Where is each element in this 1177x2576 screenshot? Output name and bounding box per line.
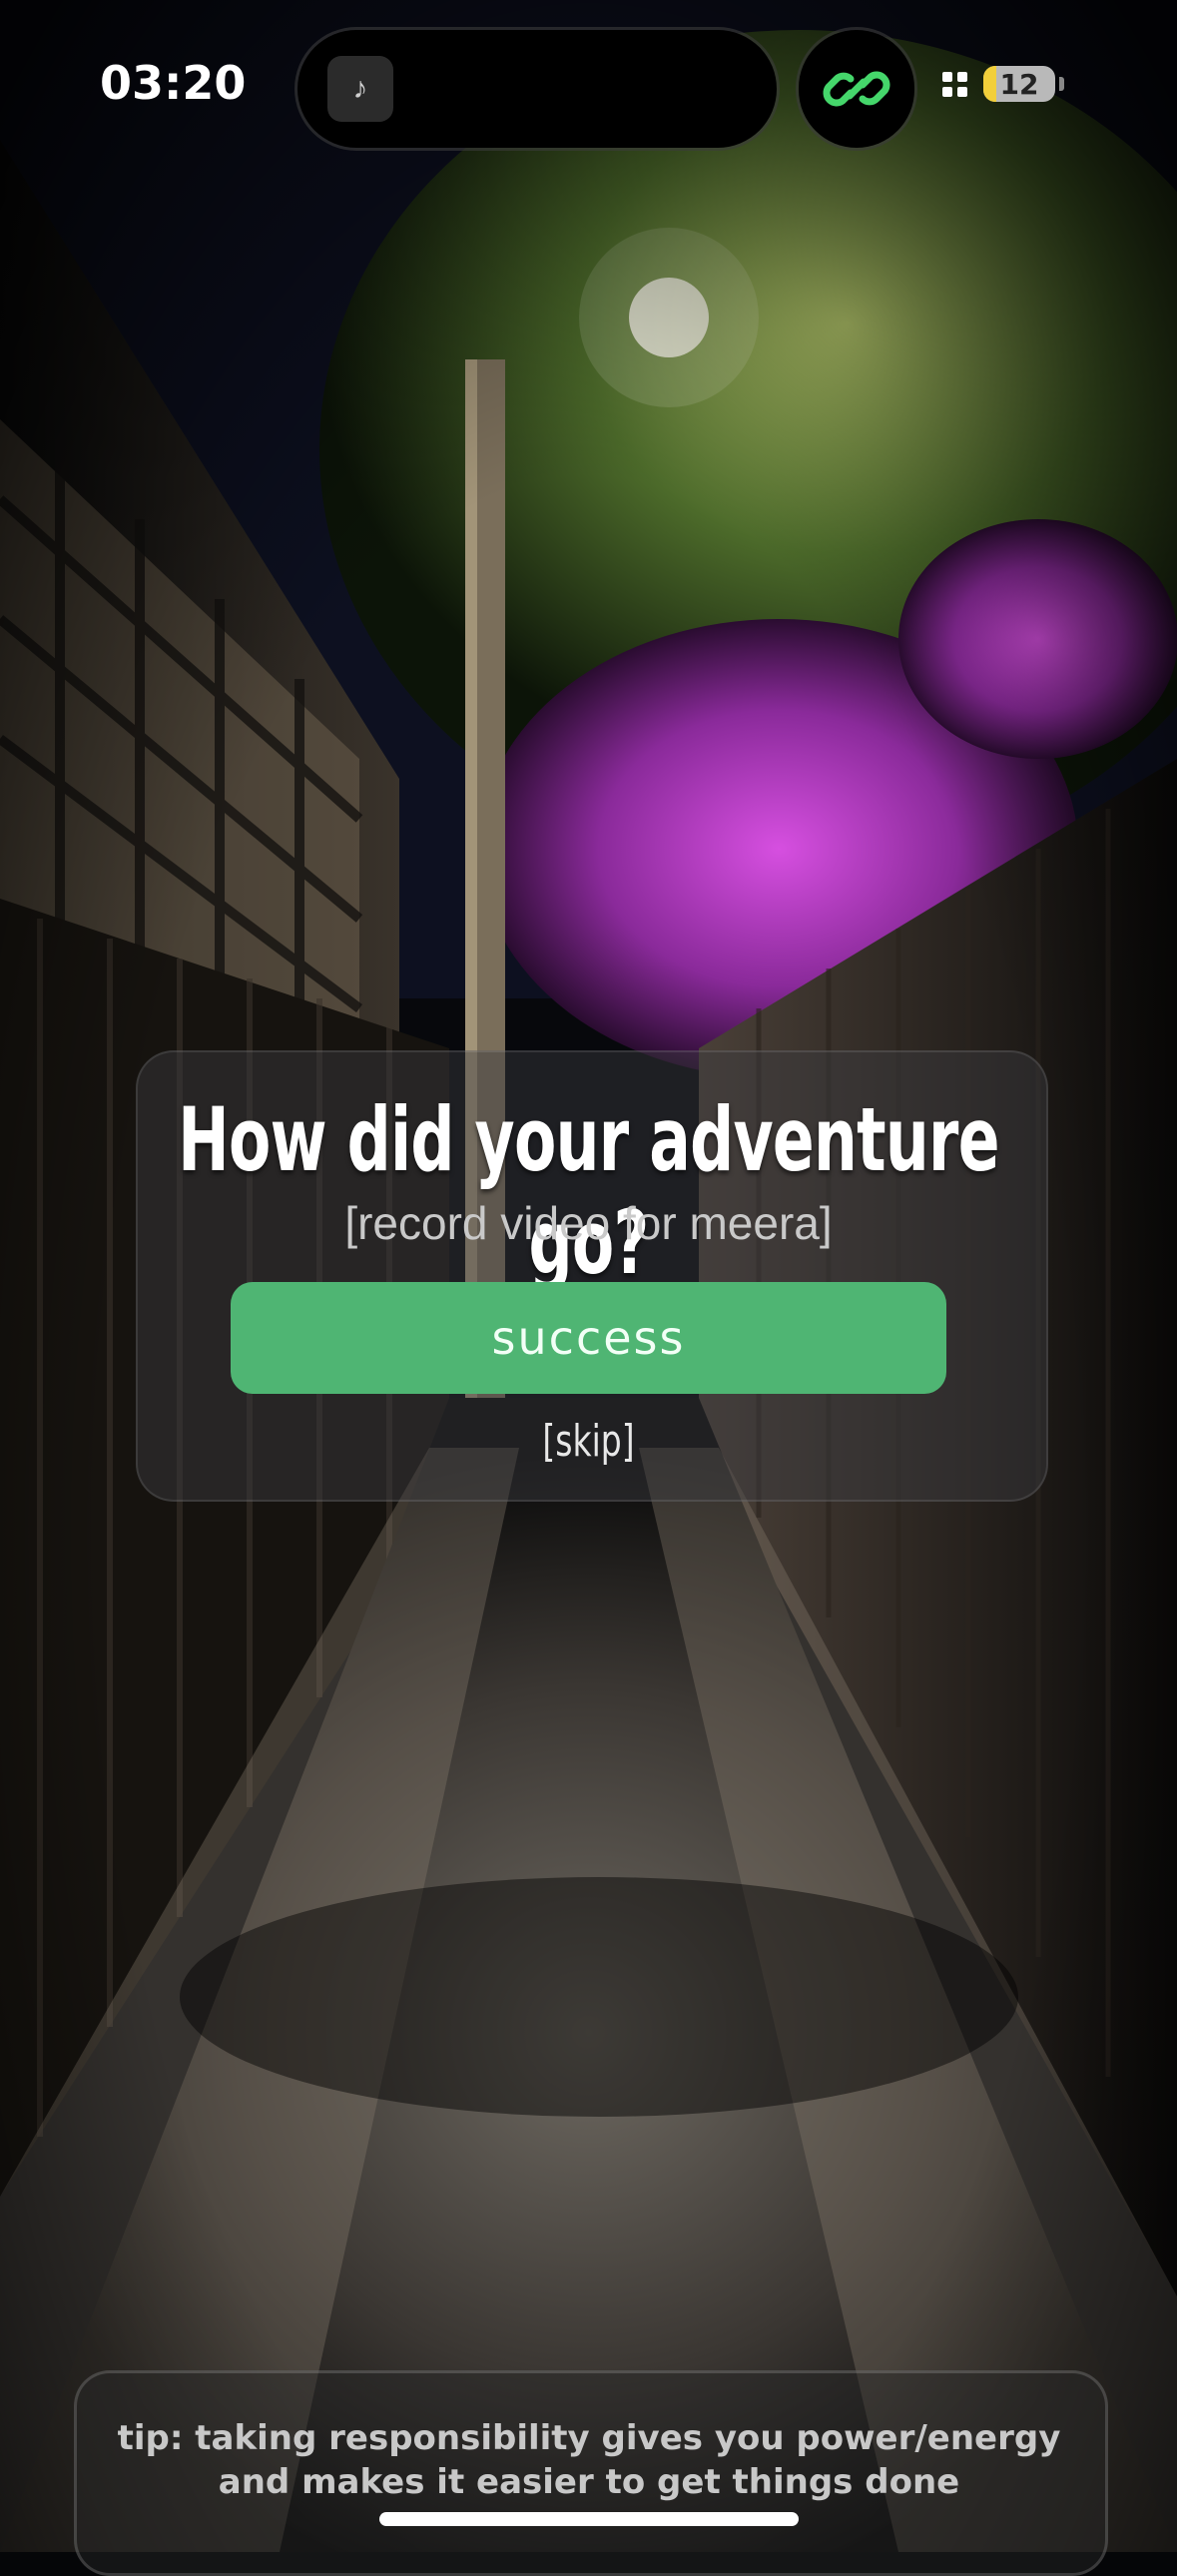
link-icon[interactable]: [799, 30, 914, 148]
status-time: 03:20: [100, 56, 247, 110]
page-title: How did your adventure go?: [178, 1088, 999, 1294]
tip-line-2: and makes it easier to get things done: [218, 2462, 960, 2502]
tip-text: tip: taking responsibility gives you pow…: [100, 2416, 1078, 2504]
music-note-icon[interactable]: ♪: [327, 56, 393, 122]
success-button[interactable]: success: [231, 1282, 946, 1394]
dynamic-island[interactable]: ♪: [297, 30, 777, 148]
status-indicators: 12: [942, 66, 1064, 102]
battery-nub: [1059, 77, 1064, 91]
skip-button[interactable]: [skip]: [147, 1416, 1029, 1467]
battery-icon: 12: [983, 66, 1055, 102]
tip-line-1: tip: taking responsibility gives you pow…: [117, 2418, 1061, 2458]
home-indicator[interactable]: [379, 2512, 799, 2526]
battery-fill: [983, 66, 996, 102]
record-video-subtitle[interactable]: [record video for meera]: [0, 1196, 1177, 1250]
link-icon-glyph: [823, 71, 890, 107]
signal-grid-icon: [942, 71, 967, 97]
battery-level: 12: [999, 67, 1039, 101]
